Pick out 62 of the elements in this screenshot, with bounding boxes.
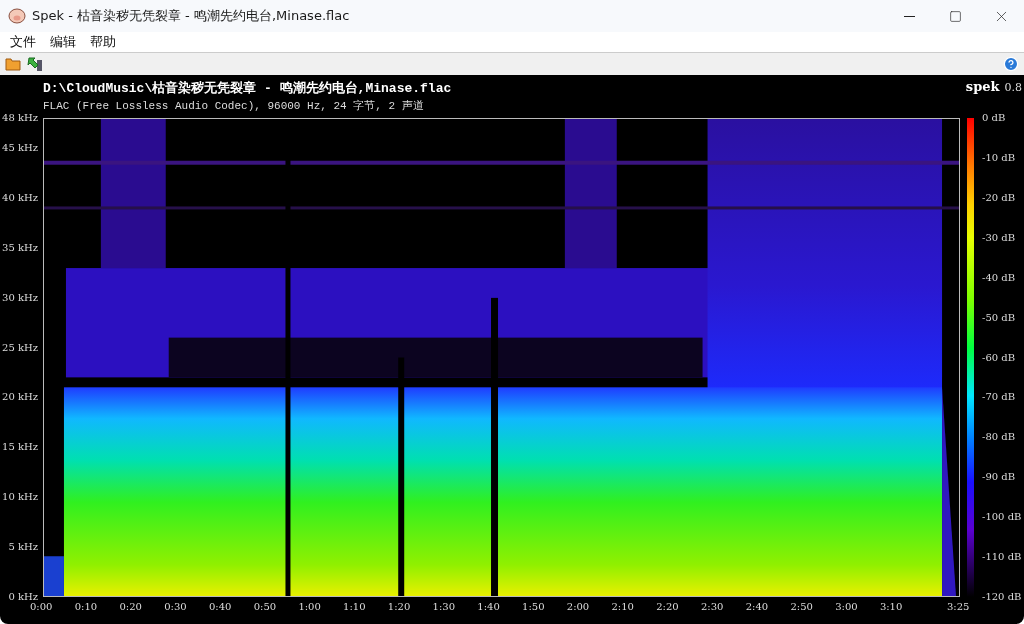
open-button[interactable] [4,55,22,73]
maximize-icon [948,9,962,23]
level-label: 0 dB [982,112,1006,124]
time-label: 0:20 [119,601,142,613]
app-icon [8,8,26,24]
file-info: FLAC (Free Lossless Audio Codec), 96000 Hz, 24 字节, 2 声道 [43,99,424,113]
level-label: -10 dB [982,151,1016,164]
time-label: 2:10 [611,601,634,613]
app-version: 0.8 [1004,81,1022,94]
frequency-label: 20 kHz [2,391,38,404]
level-label: -120 dB [982,591,1022,603]
frequency-label: 45 kHz [2,141,38,154]
level-label: -110 dB [982,551,1022,564]
frequency-label: 0 kHz [8,591,38,603]
time-label: 1:40 [477,601,500,613]
arrow-icon [27,56,43,72]
time-label: 1:10 [343,601,366,613]
menu-item[interactable]: 帮助 [84,33,122,51]
time-label: 2:50 [790,601,813,613]
time-label: 1:30 [432,601,456,613]
frequency-label: 48 kHz [2,112,38,124]
frequency-label: 10 kHz [2,491,38,504]
window-title: Spek - 枯音染秽无凭裂章 - 鸣潮先约电台,Minase.flac [32,7,351,25]
frequency-label: 5 kHz [8,541,38,554]
time-label: 3:00 [835,601,858,613]
time-label: 2:30 [700,601,724,613]
time-label: 0:50 [253,601,277,613]
minimize-icon [903,15,915,17]
frequency-label: 30 kHz [2,291,38,304]
time-label: 0:30 [164,601,187,613]
time-label: 0:40 [208,601,232,613]
time-label: 2:20 [656,601,679,613]
level-label: -40 dB [982,271,1016,284]
file-path: D:\CloudMusic\枯音染秽无凭裂章 - 鸣潮先约电台,Minase.flac [43,80,452,97]
help-icon [1003,56,1019,72]
time-label: 3:25 [947,601,970,613]
time-label: 0:00 [30,601,53,613]
frequency-label: 35 kHz [2,241,38,254]
level-label: -100 dB [982,511,1022,524]
time-label: 1:00 [298,601,321,613]
time-label: 3:10 [879,601,903,613]
time-label: 0:10 [74,601,98,613]
save-button[interactable] [26,55,44,73]
time-label: 1:50 [522,601,545,613]
folder-icon [5,57,21,71]
app-name: spek [965,79,1000,94]
frequency-label: 15 kHz [2,441,38,454]
level-label: -90 dB [982,471,1016,484]
frequency-label: 25 kHz [2,341,38,354]
level-label: -20 dB [982,191,1016,204]
level-label: -50 dB [982,311,1016,324]
time-label: 2:40 [745,601,769,613]
level-label: -80 dB [982,431,1016,444]
frequency-label: 40 kHz [2,191,38,204]
time-label: 1:20 [387,601,411,613]
menu-item[interactable]: 编辑 [44,33,82,51]
level-label: -60 dB [982,351,1016,364]
level-label: -70 dB [982,391,1016,404]
help-button[interactable] [1002,55,1020,73]
menu-item[interactable]: 文件 [4,33,42,51]
time-label: 2:00 [566,601,590,613]
level-label: -30 dB [982,231,1016,244]
